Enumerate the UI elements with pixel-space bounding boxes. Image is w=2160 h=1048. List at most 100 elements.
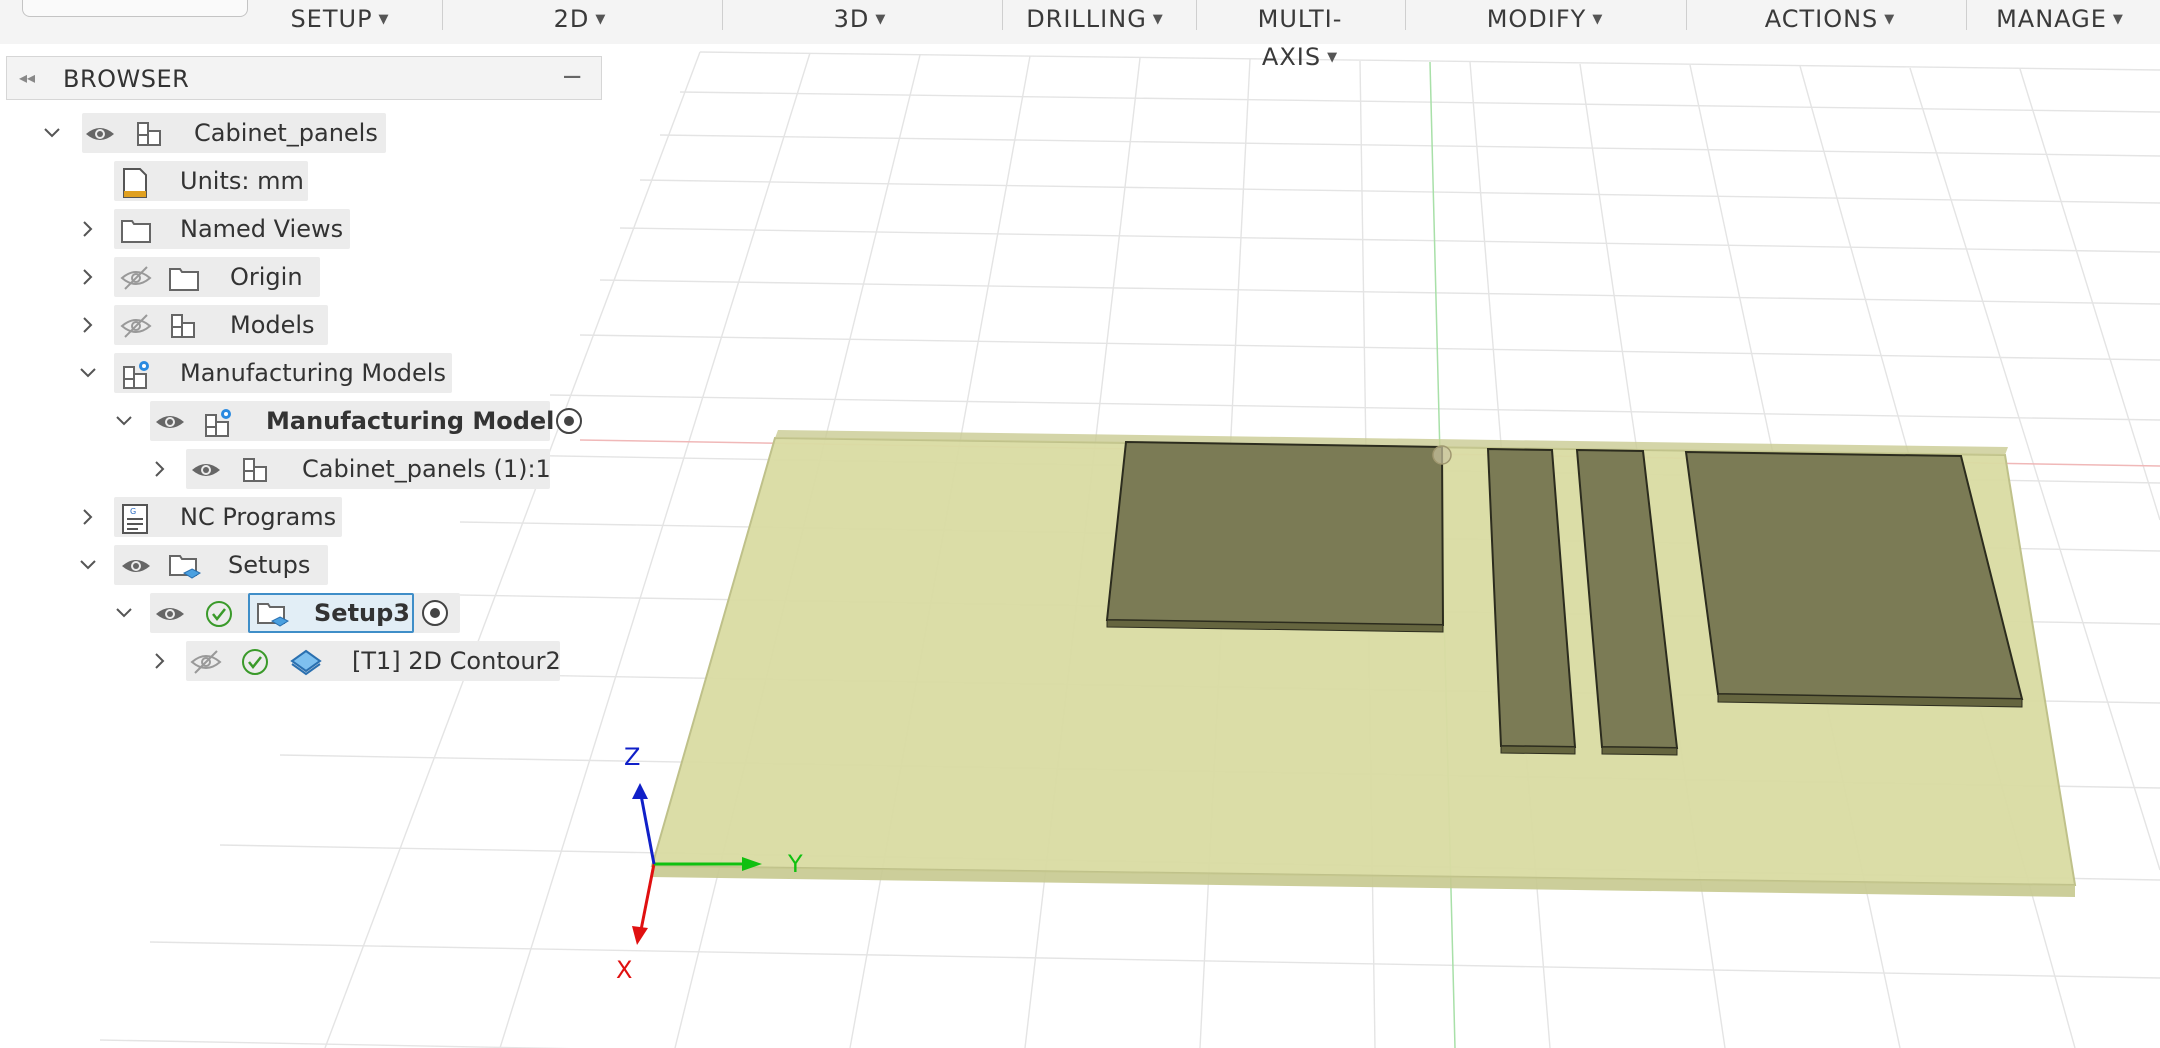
tree-node-setups[interactable]: Setups [114, 545, 328, 585]
tree-row-manufacturing-models[interactable]: Manufacturing Models [0, 349, 620, 397]
menu-manage[interactable]: MANAGE ▼ [1995, 0, 2125, 38]
origin-point[interactable] [1432, 445, 1452, 465]
eye-icon[interactable] [154, 599, 184, 629]
tree-node-models[interactable]: Models [114, 305, 328, 345]
caret-down-icon: ▼ [2112, 12, 2124, 27]
tree-node-setup3[interactable]: Setup3 [248, 593, 414, 633]
menu-2d[interactable]: 2D ▼ [540, 0, 620, 38]
folder-icon [168, 263, 199, 293]
workspace-toolbar: SETUP ▼ 2D ▼ 3D ▼ DRILLING ▼ MULTI-AXIS ▼ MOD… [0, 0, 2160, 71]
setup-folder-icon [168, 551, 202, 581]
tree-node-manufacturing-model-1[interactable]: Manufacturing Model 1 [150, 401, 579, 441]
caret-down-icon: ▼ [595, 12, 607, 27]
chevron-down-icon[interactable] [74, 541, 102, 589]
tree-label: Cabinet_panels [194, 119, 378, 147]
tree-row-setups[interactable]: Setups [0, 541, 620, 589]
svg-text:G: G [130, 507, 136, 516]
tree-label: Models [230, 311, 315, 339]
eye-hidden-icon[interactable] [120, 311, 152, 341]
chevron-right-icon[interactable] [74, 493, 102, 541]
tree-node-cabinet-panels[interactable]: Cabinet_panels [82, 113, 386, 153]
tree-label: Setup3 [314, 599, 410, 627]
tree-label: Named Views [180, 215, 344, 243]
activate-radio-icon[interactable] [420, 598, 450, 628]
tree-label: Cabinet_panels (1):1 [302, 455, 551, 483]
tree-row-named-views[interactable]: Named Views [0, 205, 620, 253]
menu-actions[interactable]: ACTIONS ▼ [1755, 0, 1905, 38]
check-valid-icon [204, 599, 234, 629]
document-tab[interactable] [22, 0, 248, 17]
component-icon [168, 311, 198, 341]
tree-row-nc-programs[interactable]: G NC Programs [0, 493, 620, 541]
tree-row-contour[interactable]: [T1] 2D Contour2 [0, 637, 620, 685]
tree-label: Manufacturing Models [180, 359, 446, 387]
setup-folder-icon [256, 599, 290, 629]
eye-hidden-icon[interactable] [190, 647, 222, 677]
eye-icon[interactable] [120, 551, 150, 581]
chevron-right-icon[interactable] [74, 253, 102, 301]
manufacturing-model-icon [202, 407, 232, 437]
axis-label-y: Y [788, 850, 803, 878]
units-document-icon [120, 167, 150, 198]
tree-node-contour[interactable]: [T1] 2D Contour2 [186, 641, 561, 681]
tree-node-cabinet-panels-occurrence[interactable]: Cabinet_panels (1):1 [186, 449, 551, 489]
caret-down-icon: ▼ [1327, 50, 1339, 65]
tree-node-nc-programs[interactable]: G NC Programs [114, 497, 342, 537]
caret-down-icon: ▼ [1592, 12, 1604, 27]
caret-down-icon: ▼ [378, 12, 390, 27]
chevron-right-icon[interactable] [146, 637, 174, 685]
tree-label: NC Programs [180, 503, 337, 531]
tree-row-models[interactable]: Models [0, 301, 620, 349]
tree-node-named-views[interactable]: Named Views [114, 209, 350, 249]
tree-node-origin[interactable]: Origin [114, 257, 320, 297]
chevron-down-icon[interactable] [110, 397, 138, 445]
browser-tree: Cabinet_panels Units: mm Named Views Ori… [0, 109, 620, 689]
chevron-down-icon[interactable] [38, 109, 66, 157]
menu-setup[interactable]: SETUP ▼ [290, 0, 390, 38]
tree-row-origin[interactable]: Origin [0, 253, 620, 301]
tree-label: Origin [230, 263, 303, 291]
caret-down-icon: ▼ [1884, 12, 1896, 27]
tree-label: [T1] 2D Contour2 [352, 647, 561, 675]
chevron-right-icon[interactable] [74, 301, 102, 349]
eye-icon[interactable] [84, 119, 114, 149]
caret-down-icon: ▼ [1152, 12, 1164, 27]
tree-node-units[interactable]: Units: mm [114, 161, 308, 201]
axis-label-z: Z [624, 743, 641, 771]
caret-down-icon: ▼ [875, 12, 887, 27]
tree-label: Setups [228, 551, 311, 579]
chevron-down-icon[interactable] [74, 349, 102, 397]
eye-hidden-icon[interactable] [120, 263, 152, 293]
tree-row-cabinet-panels-occurrence[interactable]: Cabinet_panels (1):1 [0, 445, 620, 493]
chevron-right-icon[interactable] [146, 445, 174, 493]
collapse-panel-icon[interactable]: ◂◂ [19, 57, 35, 99]
tree-node-manufacturing-models[interactable]: Manufacturing Models [114, 353, 452, 393]
tree-label: Units: mm [180, 167, 304, 195]
menu-3d[interactable]: 3D ▼ [820, 0, 900, 38]
chevron-down-icon[interactable] [110, 589, 138, 637]
menu-drilling[interactable]: DRILLING ▼ [1020, 0, 1170, 38]
contour-operation-icon [290, 647, 322, 677]
chevron-right-icon[interactable] [74, 205, 102, 253]
browser-header: ◂◂ BROWSER − [6, 56, 602, 100]
tree-row-root[interactable]: Cabinet_panels [0, 109, 620, 157]
component-icon [240, 455, 270, 485]
panel-1[interactable] [1105, 440, 1445, 633]
activate-radio-icon[interactable] [554, 406, 584, 436]
nc-program-icon: G [120, 503, 150, 534]
tree-row-manufacturing-model-1[interactable]: Manufacturing Model 1 [0, 397, 620, 445]
eye-icon[interactable] [154, 407, 184, 437]
browser-title: BROWSER [63, 65, 190, 93]
check-valid-icon [240, 647, 270, 677]
tree-row-setup3[interactable]: Setup3 [0, 589, 620, 637]
tree-row-units[interactable]: Units: mm [0, 157, 620, 205]
component-icon [134, 119, 164, 149]
folder-icon [120, 215, 151, 245]
tree-label: Manufacturing Model 1 [266, 407, 580, 435]
menu-multi-axis[interactable]: MULTI-AXIS ▼ [1220, 0, 1380, 71]
manufacturing-model-icon [120, 359, 150, 389]
minimize-icon[interactable]: − [561, 57, 583, 97]
eye-icon[interactable] [190, 455, 220, 485]
axis-label-x: X [616, 956, 633, 984]
menu-modify[interactable]: MODIFY ▼ [1480, 0, 1610, 38]
